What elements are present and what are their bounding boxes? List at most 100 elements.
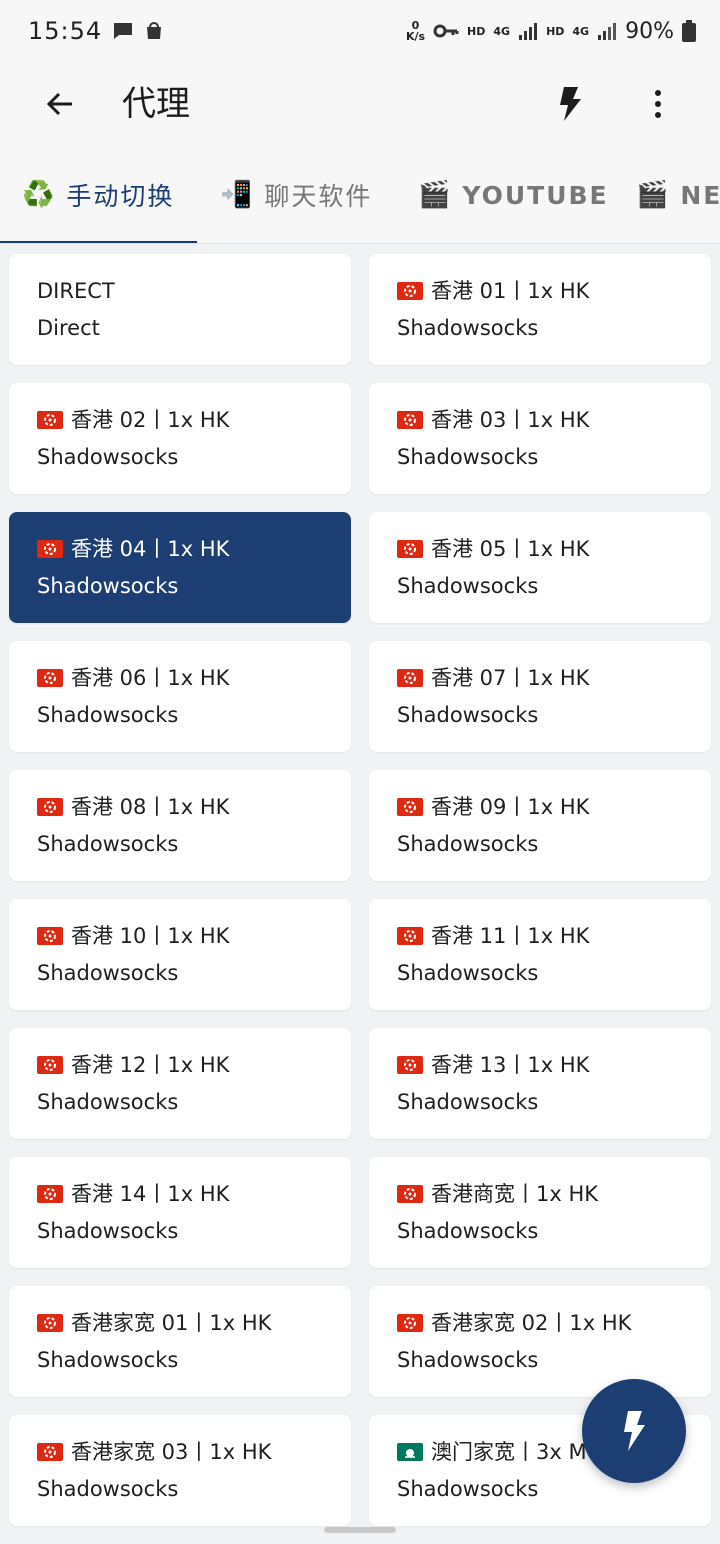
- net-speed-unit: K/s: [405, 30, 426, 43]
- signal-4g-label-2: 4G: [572, 24, 590, 38]
- group-tabs: ♻️ 手动切换 📲 聊天软件 🎬 YOUTUBE 🎬 NETFLIX: [0, 146, 720, 244]
- proxy-name: 香港 02丨1x HK: [71, 408, 230, 432]
- hong-kong-flag-icon: [397, 411, 423, 429]
- proxy-type: Shadowsocks: [397, 1090, 539, 1114]
- proxy-name: 澳门家宽丨3x MO: [431, 1440, 604, 1464]
- active-tab-indicator: [0, 241, 197, 243]
- proxy-name-row: 香港 08丨1x HK: [37, 792, 351, 822]
- proxy-type: Shadowsocks: [37, 445, 179, 469]
- proxy-type: Shadowsocks: [397, 1477, 539, 1501]
- net-speed: 0 K/s: [406, 20, 425, 42]
- vpn-key-icon: [433, 23, 459, 39]
- hd-badge-2: HD: [546, 24, 565, 38]
- proxy-card[interactable]: 香港商宽丨1x HK Shadowsocks: [369, 1157, 711, 1268]
- status-bar: 15:54 0 K/s HD 4G HD 4G 90%: [0, 0, 720, 62]
- proxy-name: 香港 10丨1x HK: [71, 924, 230, 948]
- hong-kong-flag-icon: [397, 1056, 423, 1074]
- proxy-type: Shadowsocks: [397, 1348, 539, 1372]
- proxy-card[interactable]: 香港 08丨1x HK Shadowsocks: [9, 770, 351, 881]
- proxy-name-row: 香港商宽丨1x HK: [397, 1179, 711, 1209]
- proxy-type: Shadowsocks: [37, 961, 179, 985]
- tab-youtube[interactable]: 🎬 YOUTUBE: [418, 146, 609, 243]
- proxy-name: 香港 07丨1x HK: [431, 666, 590, 690]
- hong-kong-flag-icon: [37, 1443, 63, 1461]
- proxy-card[interactable]: 香港 13丨1x HK Shadowsocks: [369, 1028, 711, 1139]
- proxy-type: Direct: [37, 316, 100, 340]
- hong-kong-flag-icon: [37, 927, 63, 945]
- hong-kong-flag-icon: [397, 282, 423, 300]
- proxy-type: Shadowsocks: [397, 445, 539, 469]
- proxy-card[interactable]: 香港 12丨1x HK Shadowsocks: [9, 1028, 351, 1139]
- proxy-type: Shadowsocks: [397, 832, 539, 856]
- proxy-card[interactable]: 香港家宽 01丨1x HK Shadowsocks: [9, 1286, 351, 1397]
- proxy-name: 香港家宽 02丨1x HK: [431, 1311, 632, 1335]
- shopping-bag-icon: [144, 21, 164, 41]
- proxy-card[interactable]: 香港 11丨1x HK Shadowsocks: [369, 899, 711, 1010]
- proxy-type: Shadowsocks: [37, 1090, 179, 1114]
- proxy-name: 香港 04丨1x HK: [71, 537, 230, 561]
- signal-bars-icon-2: [597, 21, 617, 41]
- proxy-type: Shadowsocks: [397, 316, 539, 340]
- more-vert-icon: [653, 89, 663, 119]
- battery-icon: [682, 20, 696, 42]
- proxy-type: Shadowsocks: [37, 703, 179, 727]
- proxy-name: 香港 08丨1x HK: [71, 795, 230, 819]
- clapper-icon: 🎬: [418, 180, 453, 210]
- proxy-name-row: 香港 11丨1x HK: [397, 921, 711, 951]
- app-bar: 代理: [0, 62, 720, 146]
- proxy-card[interactable]: 香港 05丨1x HK Shadowsocks: [369, 512, 711, 623]
- tab-label: 手动切换: [66, 182, 175, 211]
- proxy-name: 香港 11丨1x HK: [431, 924, 590, 948]
- proxy-card[interactable]: 香港 02丨1x HK Shadowsocks: [9, 383, 351, 494]
- status-left: 15:54: [28, 17, 164, 45]
- flash-icon: [622, 1411, 646, 1451]
- proxy-name-row: 香港家宽 02丨1x HK: [397, 1308, 711, 1338]
- proxy-card[interactable]: 香港 14丨1x HK Shadowsocks: [9, 1157, 351, 1268]
- proxy-type: Shadowsocks: [397, 703, 539, 727]
- proxy-name: 香港 06丨1x HK: [71, 666, 230, 690]
- proxy-card[interactable]: 香港 04丨1x HK Shadowsocks: [9, 512, 351, 623]
- hong-kong-flag-icon: [37, 411, 63, 429]
- flash-icon: [558, 87, 582, 121]
- proxy-card[interactable]: 香港 10丨1x HK Shadowsocks: [9, 899, 351, 1010]
- proxy-name-row: 香港 04丨1x HK: [37, 534, 351, 564]
- proxy-name-row: 香港 09丨1x HK: [397, 792, 711, 822]
- proxy-card[interactable]: DIRECT Direct: [9, 254, 351, 365]
- macau-flag-icon: [397, 1443, 423, 1461]
- status-time: 15:54: [28, 17, 103, 45]
- hong-kong-flag-icon: [37, 1056, 63, 1074]
- proxy-type: Shadowsocks: [37, 1477, 179, 1501]
- hd-badge-1: HD: [467, 24, 486, 38]
- proxy-name: 香港家宽 01丨1x HK: [71, 1311, 272, 1335]
- proxy-type: Shadowsocks: [37, 1219, 179, 1243]
- hong-kong-flag-icon: [37, 798, 63, 816]
- arrow-back-icon: [44, 88, 76, 120]
- proxy-card[interactable]: 香港 01丨1x HK Shadowsocks: [369, 254, 711, 365]
- proxy-card[interactable]: 香港 06丨1x HK Shadowsocks: [9, 641, 351, 752]
- hong-kong-flag-icon: [37, 669, 63, 687]
- proxy-name: 香港 09丨1x HK: [431, 795, 590, 819]
- tab-manual-switch[interactable]: ♻️ 手动切换: [22, 146, 175, 243]
- proxy-name-row: 香港 10丨1x HK: [37, 921, 351, 951]
- home-indicator[interactable]: [324, 1527, 396, 1533]
- test-latency-button[interactable]: [546, 80, 594, 128]
- back-button[interactable]: [36, 80, 84, 128]
- proxy-card[interactable]: 香港家宽 02丨1x HK Shadowsocks: [369, 1286, 711, 1397]
- proxy-name-row: 香港家宽 01丨1x HK: [37, 1308, 351, 1338]
- proxy-name-row: 香港 07丨1x HK: [397, 663, 711, 693]
- mobile-arrow-icon: 📲: [220, 180, 255, 210]
- proxy-card[interactable]: 香港 07丨1x HK Shadowsocks: [369, 641, 711, 752]
- tab-netflix[interactable]: 🎬 NETFLIX: [636, 146, 720, 243]
- recycle-icon: ♻️: [22, 180, 57, 210]
- signal-bars-icon-1: [518, 21, 538, 41]
- proxy-card[interactable]: 香港 03丨1x HK Shadowsocks: [369, 383, 711, 494]
- more-options-button[interactable]: [634, 80, 682, 128]
- proxy-card[interactable]: 香港家宽 03丨1x HK Shadowsocks: [9, 1415, 351, 1526]
- clapper-icon: 🎬: [636, 180, 671, 210]
- tab-label: YOUTUBE: [462, 180, 609, 210]
- latency-test-fab[interactable]: [582, 1379, 686, 1483]
- proxy-card[interactable]: 香港 09丨1x HK Shadowsocks: [369, 770, 711, 881]
- proxy-name-row: 香港家宽 03丨1x HK: [37, 1437, 351, 1467]
- tab-label: NETFLIX: [680, 180, 720, 210]
- tab-chat-apps[interactable]: 📲 聊天软件: [220, 146, 372, 243]
